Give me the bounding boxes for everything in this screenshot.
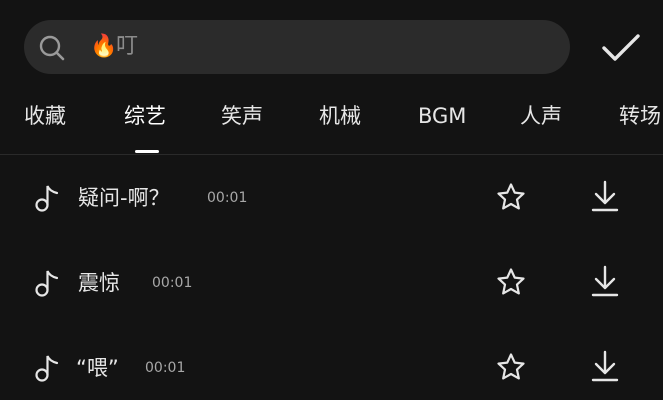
star-icon[interactable]	[496, 182, 526, 212]
search-input[interactable]: 叮	[116, 33, 138, 61]
sound-title: 疑问-啊？	[78, 186, 170, 210]
active-tab-indicator	[135, 150, 159, 153]
sound-duration: 00:01	[152, 275, 193, 291]
star-icon[interactable]	[496, 267, 526, 297]
search-bar[interactable]: 🔥 叮	[24, 20, 570, 74]
sound-duration: 00:01	[145, 360, 186, 376]
sound-title: 震惊	[78, 271, 120, 295]
sound-duration: 00:01	[207, 190, 248, 206]
search-icon	[39, 35, 65, 61]
sound-row[interactable]: 震惊 00:01	[0, 253, 663, 313]
music-note-icon	[35, 185, 59, 212]
fire-emoji: 🔥	[90, 34, 118, 59]
tab-variety[interactable]: 综艺	[124, 98, 166, 134]
tabs-divider	[0, 154, 663, 155]
tab-bgm[interactable]: BGM	[418, 98, 466, 134]
download-icon[interactable]	[590, 265, 620, 297]
tab-laughter[interactable]: 笑声	[221, 98, 263, 134]
sound-row[interactable]: “喂” 00:01	[0, 338, 663, 398]
tab-transition[interactable]: 转场	[619, 98, 661, 134]
sound-row[interactable]: 疑问-啊？ 00:01	[0, 168, 663, 228]
tab-mechanical[interactable]: 机械	[319, 98, 361, 134]
music-note-icon	[35, 270, 59, 297]
checkmark-icon[interactable]	[600, 32, 642, 64]
download-icon[interactable]	[590, 350, 620, 382]
music-note-icon	[35, 355, 59, 382]
tab-favorites[interactable]: 收藏	[24, 98, 66, 134]
download-icon[interactable]	[590, 180, 620, 212]
category-tabs: 收藏 综艺 笑声 机械 BGM 人声 转场	[0, 98, 663, 138]
sound-title: “喂”	[76, 356, 119, 380]
star-icon[interactable]	[496, 352, 526, 382]
tab-voice[interactable]: 人声	[520, 98, 562, 134]
